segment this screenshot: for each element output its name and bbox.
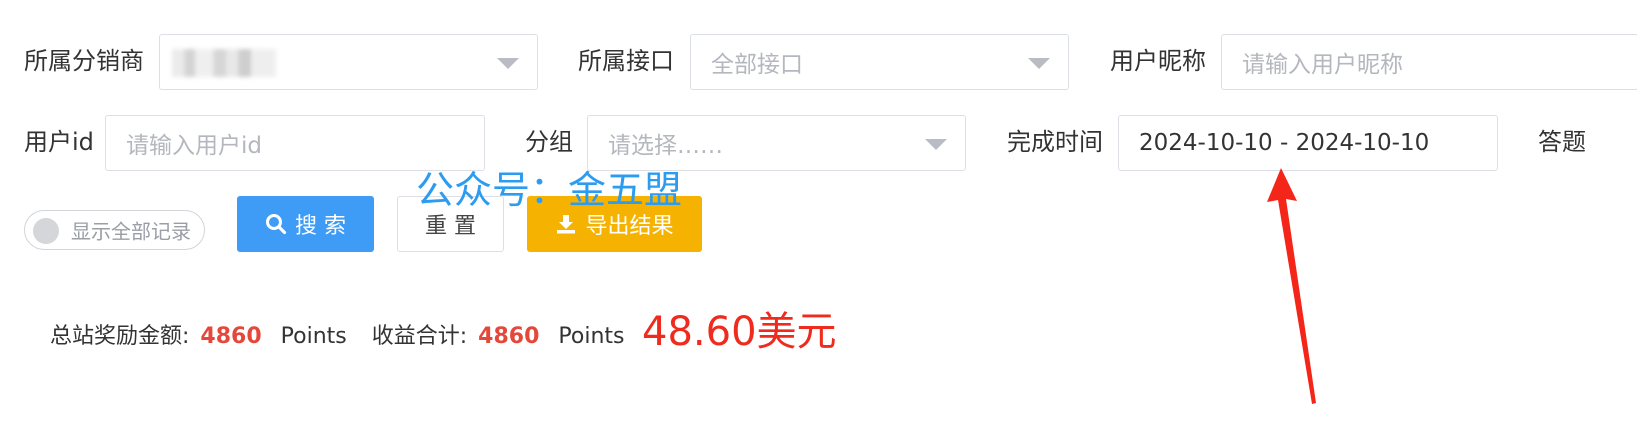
show-all-records-toggle[interactable]: 显示全部记录 xyxy=(24,210,205,250)
annotation-arrow-icon xyxy=(1267,168,1316,404)
nickname-input[interactable]: 请输入用户昵称 xyxy=(1221,34,1637,90)
export-button-label: 导出结果 xyxy=(585,214,674,239)
show-all-records-label: 显示全部记录 xyxy=(71,219,191,244)
distributor-label: 所属分销商 xyxy=(24,47,144,75)
distributor-select[interactable] xyxy=(159,34,538,90)
group-label: 分组 xyxy=(525,128,573,156)
user-id-input[interactable]: 请输入用户id xyxy=(105,115,485,171)
usd-amount: 48.60美元 xyxy=(642,309,837,355)
group-placeholder: 请选择…… xyxy=(608,133,723,159)
interface-label: 所属接口 xyxy=(578,47,674,75)
nickname-label: 用户昵称 xyxy=(1110,47,1206,75)
search-button-label: 搜 索 xyxy=(295,214,346,239)
search-button[interactable]: 搜 索 xyxy=(237,196,374,252)
answer-label-truncated: 答题 xyxy=(1538,128,1586,156)
total-reward-label: 总站奖励金额: xyxy=(50,324,190,349)
income-value: 4860 xyxy=(478,324,540,349)
finish-time-label: 完成时间 xyxy=(1007,128,1103,156)
toggle-knob xyxy=(33,218,59,244)
total-reward-unit: Points xyxy=(280,324,347,349)
watermark-text: 公众号：金五盟 xyxy=(416,168,683,212)
download-icon xyxy=(555,213,577,235)
finish-time-value: 2024-10-10 - 2024-10-10 xyxy=(1139,130,1430,156)
interface-select-value: 全部接口 xyxy=(711,52,803,78)
chevron-down-icon xyxy=(497,58,519,69)
chevron-down-icon xyxy=(925,139,947,150)
nickname-placeholder: 请输入用户昵称 xyxy=(1242,52,1403,78)
distributor-value-redacted xyxy=(172,49,276,77)
income-label: 收益合计: xyxy=(371,324,468,349)
finish-time-range-input[interactable]: 2024-10-10 - 2024-10-10 xyxy=(1118,115,1498,171)
total-reward-value: 4860 xyxy=(200,324,262,349)
interface-select[interactable]: 全部接口 xyxy=(690,34,1069,90)
user-id-label: 用户id xyxy=(24,128,94,156)
user-id-placeholder: 请输入用户id xyxy=(126,133,262,159)
summary-line: 总站奖励金额: 4860 Points 收益合计: 4860 Points xyxy=(50,318,625,350)
search-icon xyxy=(265,213,287,235)
income-unit: Points xyxy=(558,324,625,349)
chevron-down-icon xyxy=(1028,58,1050,69)
reset-button-label: 重 置 xyxy=(425,214,476,239)
group-select[interactable]: 请选择…… xyxy=(587,115,966,171)
